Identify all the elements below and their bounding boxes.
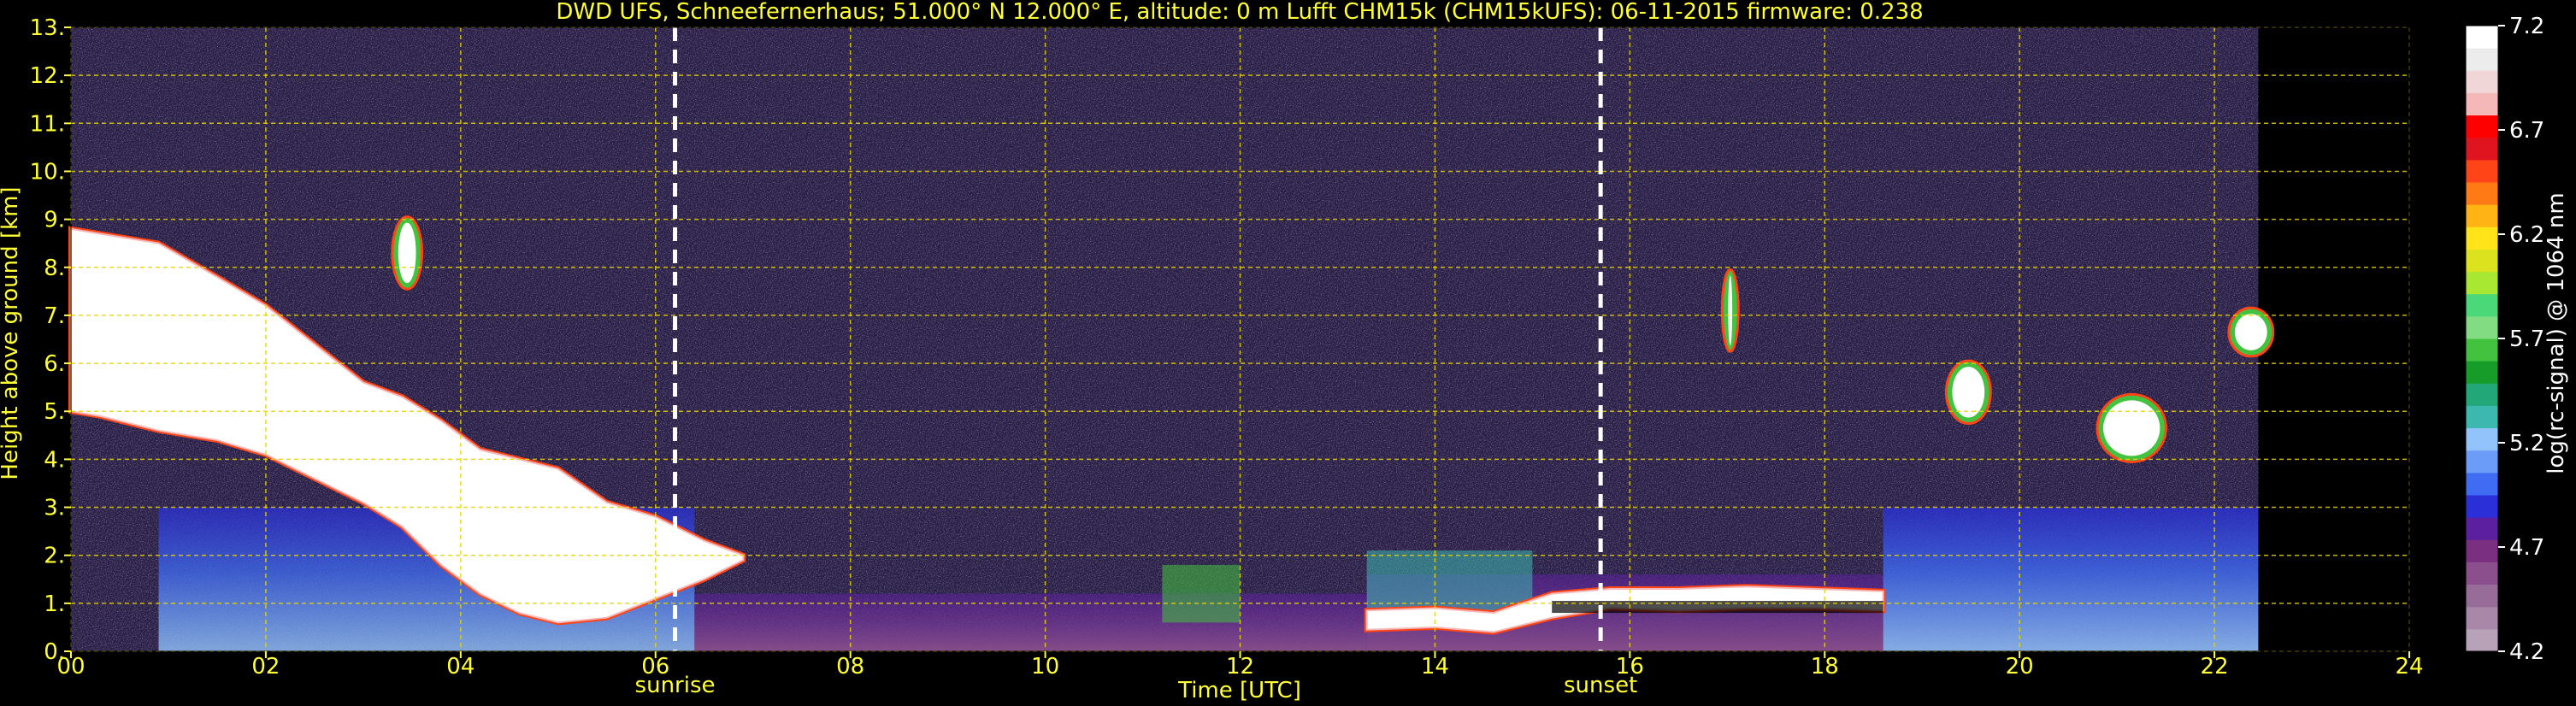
patch-core <box>1728 275 1733 346</box>
colorbar-tick-label: 4.2 <box>2509 639 2544 665</box>
x-tick-label: 20 <box>2006 654 2034 680</box>
x-axis-label: Time [UTC] <box>1177 678 1301 703</box>
colorbar-swatch <box>2466 383 2498 406</box>
x-tick-label: 06 <box>641 654 669 680</box>
colorbar-swatch <box>2466 48 2498 71</box>
low-cloud-patch <box>1162 564 1241 623</box>
colorbar-tick-label: 5.7 <box>2509 327 2544 352</box>
y-tick-label: 3. <box>44 496 65 521</box>
colorbar-swatch <box>2466 427 2498 451</box>
colorbar-swatch <box>2466 271 2498 295</box>
colorbar-swatch <box>2466 70 2498 93</box>
y-tick-label: 4. <box>44 447 65 473</box>
y-tick-label: 8. <box>44 256 65 281</box>
colorbar-swatch <box>2466 361 2498 384</box>
cloud-patch-2 <box>1944 359 1992 425</box>
colorbar-swatch <box>2466 562 2498 585</box>
x-tick-label: 14 <box>1421 654 1449 680</box>
colorbar-tick-label: 7.2 <box>2509 14 2544 39</box>
colorbar-swatch <box>2466 517 2498 540</box>
y-tick-label: 1. <box>44 591 65 617</box>
y-tick-label: 0. <box>44 639 65 665</box>
colorbar-swatch <box>2466 227 2498 250</box>
colorbar-swatch <box>2466 137 2498 161</box>
x-tick-label: 10 <box>1031 654 1059 680</box>
patch-core <box>2103 400 2160 456</box>
colorbar-swatch <box>2466 450 2498 474</box>
ceilometer-chart: sunrise sunset 00 02 04 06 08 10 12 14 16 18 20 22 24… <box>0 0 2569 703</box>
chart-title: DWD UFS, Schneefernerhaus; 51.000° N 12.… <box>556 0 1923 25</box>
x-tick-label: 02 <box>251 654 280 680</box>
x-tick-label: 18 <box>1811 654 1839 680</box>
colorbar-swatch <box>2466 249 2498 273</box>
y-tick-label: 7. <box>44 303 65 329</box>
colorbar-swatch <box>2466 606 2498 630</box>
y-axis-label: Height above ground [km] <box>0 186 23 479</box>
colorbar-swatch <box>2466 159 2498 183</box>
x-tick-label: 04 <box>446 654 475 680</box>
y-tick-label: 10. <box>30 159 65 185</box>
colorbar-swatch <box>2466 539 2498 562</box>
patch-core <box>2234 314 2267 350</box>
boundary-layer-day <box>694 593 1367 651</box>
colorbar-swatch <box>2466 182 2498 205</box>
colorbar-swatch <box>2466 204 2498 227</box>
colorbar-swatch <box>2466 115 2498 138</box>
colorbar-swatch <box>2466 628 2498 652</box>
colorbar-swatch <box>2466 495 2498 518</box>
x-tick-label: 12 <box>1226 654 1254 680</box>
colorbar-tick-label: 5.2 <box>2509 431 2544 456</box>
x-tick-label: 08 <box>836 654 864 680</box>
colorbar-label: log(rc-signal) @ 1064 nm <box>2544 192 2569 474</box>
cloud-patch-1 <box>1720 268 1740 353</box>
patch-core <box>1952 367 1985 418</box>
y-tick-label: 12. <box>30 63 65 89</box>
colorbar-swatch <box>2466 405 2498 429</box>
boundary-layer-evening <box>1883 507 2259 651</box>
x-tick-label: 16 <box>1616 654 1644 680</box>
cloud-patch-0 <box>391 215 424 291</box>
colorbar-tick-label: 4.7 <box>2509 535 2544 561</box>
colorbar-swatch <box>2466 472 2498 496</box>
y-tick-label: 11. <box>30 111 65 137</box>
colorbar-swatch <box>2466 26 2498 49</box>
colorbar-swatch <box>2466 315 2498 339</box>
patch-core <box>398 222 416 284</box>
colorbar-swatch <box>2466 92 2498 116</box>
colorbar-swatch <box>2466 338 2498 362</box>
colorbar-swatch <box>2466 584 2498 608</box>
x-tick-label: 24 <box>2395 654 2423 680</box>
y-tick-label: 6. <box>44 351 65 377</box>
colorbar: 4.2 4.7 5.2 5.7 6.2 6.7 7.2 <box>2465 14 2544 665</box>
colorbar-tick-label: 6.2 <box>2509 222 2544 248</box>
y-tick-label: 9. <box>44 208 65 233</box>
y-tick-label: 2. <box>44 544 65 569</box>
colorbar-tick-label: 6.7 <box>2509 118 2544 144</box>
y-tick-label: 13. <box>30 15 65 41</box>
cloud-patch-3 <box>2096 392 2167 463</box>
colorbar-swatch <box>2466 293 2498 317</box>
x-tick-label: 22 <box>2201 654 2229 680</box>
y-tick-label: 5. <box>44 399 65 425</box>
